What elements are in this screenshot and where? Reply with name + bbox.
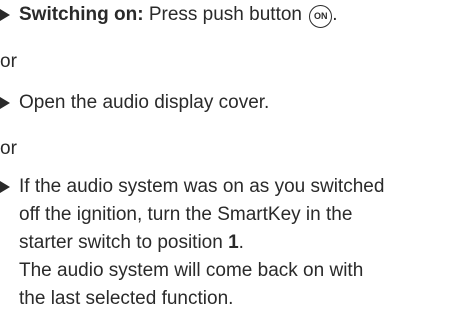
step-label: Switching on: [19, 4, 144, 25]
position-value: 1 [228, 232, 239, 253]
step-text: Open the audio display cover. [19, 92, 270, 113]
or-separator: or [0, 138, 17, 159]
triangle-bullet-icon [0, 97, 10, 109]
on-button-icon: ON [309, 5, 333, 28]
or-separator: or [0, 51, 17, 72]
step-text-line: starter switch to position [19, 232, 229, 253]
triangle-bullet-icon [0, 181, 10, 193]
result-line: The audio system will come back on with [19, 260, 364, 281]
step-text-line: off the ignition, turn the SmartKey in t… [19, 204, 353, 225]
step-period: . [238, 232, 244, 253]
step-text: Switching on: Press push button ON. [19, 0, 338, 30]
result-line: the last selected function. [19, 288, 234, 309]
step-open-cover: Open the audio display cover. [0, 88, 462, 118]
triangle-bullet-icon [0, 9, 10, 21]
step-text-line-position: starter switch to position 1. [19, 228, 244, 258]
step-switching-on: Switching on: Press push button ON. [0, 0, 462, 30]
document-page: Switching on: Press push button ON. or O… [0, 0, 462, 309]
step-period: . [332, 4, 338, 25]
step-instruction: Press push button [143, 4, 308, 25]
step-text-line: If the audio system was on as you switch… [19, 176, 385, 197]
step-smartkey: If the audio system was on as you switch… [0, 172, 462, 309]
